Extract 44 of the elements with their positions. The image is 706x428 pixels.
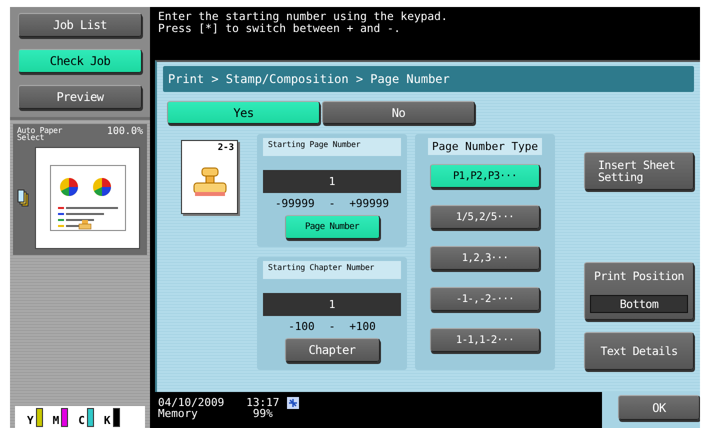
ok-button[interactable]: OK bbox=[618, 395, 700, 420]
range-min: -100 bbox=[288, 320, 315, 333]
group-title: Starting Chapter Number bbox=[263, 261, 401, 279]
toggle-button[interactable]: No bbox=[322, 101, 475, 124]
range-max: +99999 bbox=[349, 197, 390, 210]
toggle-button[interactable]: Yes bbox=[167, 101, 320, 124]
option-button[interactable]: -1-,-2-··· bbox=[430, 287, 540, 311]
option-button[interactable]: 1/5,2/5··· bbox=[430, 205, 540, 229]
option-button[interactable]: 1-1,1-2··· bbox=[430, 328, 540, 352]
copies-icon bbox=[17, 189, 29, 207]
page-number-label: 2-3 bbox=[218, 142, 235, 153]
toner-label: Y bbox=[27, 414, 34, 426]
memory-value: 99% bbox=[252, 408, 273, 419]
toner-label: M bbox=[52, 414, 60, 426]
zoom-ratio: 100.0% bbox=[106, 127, 143, 137]
status-date: 04/10/2009 bbox=[158, 397, 224, 408]
option-button[interactable]: 1,2,3··· bbox=[430, 246, 540, 270]
tab-selected[interactable]: Check Job bbox=[18, 49, 142, 73]
setting-button[interactable]: Print Position Bottom bbox=[584, 262, 694, 320]
option-button[interactable]: Chapter bbox=[284, 338, 380, 362]
toner-label: C bbox=[78, 414, 85, 426]
number-field[interactable]: 1 bbox=[263, 170, 401, 193]
range-min: -99999 bbox=[274, 197, 315, 210]
number-field[interactable]: 1 bbox=[263, 293, 401, 316]
tab[interactable]: Job List bbox=[18, 13, 142, 37]
stamp-icon bbox=[192, 167, 226, 197]
range-separator: - bbox=[328, 320, 336, 333]
setting-value: Bottom bbox=[590, 294, 688, 312]
status-icon bbox=[287, 397, 300, 409]
option-button[interactable]: P1,P2,P3··· bbox=[430, 164, 540, 188]
tab[interactable]: Preview bbox=[18, 85, 142, 109]
paper-label: Auto Paper Select bbox=[17, 127, 64, 141]
instruction-message: Enter the starting number using the keypad. Press [*] to switch between + and -. bbox=[157, 9, 449, 36]
memory-label: Memory bbox=[158, 408, 199, 419]
status-time: 13:17 bbox=[246, 397, 280, 408]
toner-label: K bbox=[104, 414, 110, 426]
range-max: +100 bbox=[349, 320, 376, 333]
breadcrumb-bar: Print > Stamp/Composition > Page Number bbox=[163, 66, 694, 92]
range-separator: - bbox=[328, 197, 336, 210]
option-button[interactable]: Page Number bbox=[284, 215, 380, 239]
setting-button[interactable]: Insert Sheet Setting bbox=[584, 152, 694, 190]
group-title: Page Number Type bbox=[428, 138, 542, 155]
group-title: Starting Page Number bbox=[263, 138, 401, 156]
setting-button[interactable]: Text Details bbox=[584, 332, 694, 370]
